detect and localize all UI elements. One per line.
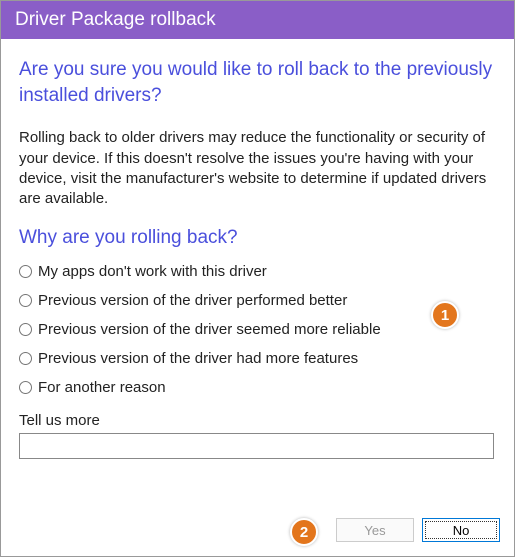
reason-radio-other[interactable]	[19, 381, 32, 394]
yes-button: Yes	[336, 518, 414, 542]
reason-option-reliable[interactable]: Previous version of the driver seemed mo…	[19, 321, 496, 338]
no-button[interactable]: No	[422, 518, 500, 542]
warning-text: Rolling back to older drivers may reduce…	[19, 128, 496, 209]
reason-option-apps[interactable]: My apps don't work with this driver	[19, 263, 496, 280]
tellus-input[interactable]	[19, 433, 494, 459]
reason-label-reliable: Previous version of the driver seemed mo…	[38, 321, 381, 338]
dialog-content: Are you sure you would like to roll back…	[1, 39, 514, 508]
dialog-footer: Yes No	[1, 508, 514, 556]
reason-label-performance: Previous version of the driver performed…	[38, 292, 347, 309]
reason-option-other[interactable]: For another reason	[19, 379, 496, 396]
reason-radio-apps[interactable]	[19, 265, 32, 278]
reason-radio-features[interactable]	[19, 352, 32, 365]
reason-radio-performance[interactable]	[19, 294, 32, 307]
dialog-titlebar: Driver Package rollback	[1, 1, 514, 39]
reason-label-features: Previous version of the driver had more …	[38, 350, 358, 367]
reason-radio-reliable[interactable]	[19, 323, 32, 336]
tellus-label: Tell us more	[19, 412, 496, 429]
reason-label-apps: My apps don't work with this driver	[38, 263, 267, 280]
reason-heading: Why are you rolling back?	[19, 227, 496, 249]
reason-option-performance[interactable]: Previous version of the driver performed…	[19, 292, 496, 309]
reason-radio-group: My apps don't work with this driver Prev…	[19, 263, 496, 396]
driver-rollback-dialog: Driver Package rollback Are you sure you…	[0, 0, 515, 557]
callout-2-icon: 2	[290, 518, 318, 546]
callout-1-icon: 1	[431, 301, 459, 329]
reason-label-other: For another reason	[38, 379, 166, 396]
reason-option-features[interactable]: Previous version of the driver had more …	[19, 350, 496, 367]
confirm-heading: Are you sure you would like to roll back…	[19, 57, 496, 108]
